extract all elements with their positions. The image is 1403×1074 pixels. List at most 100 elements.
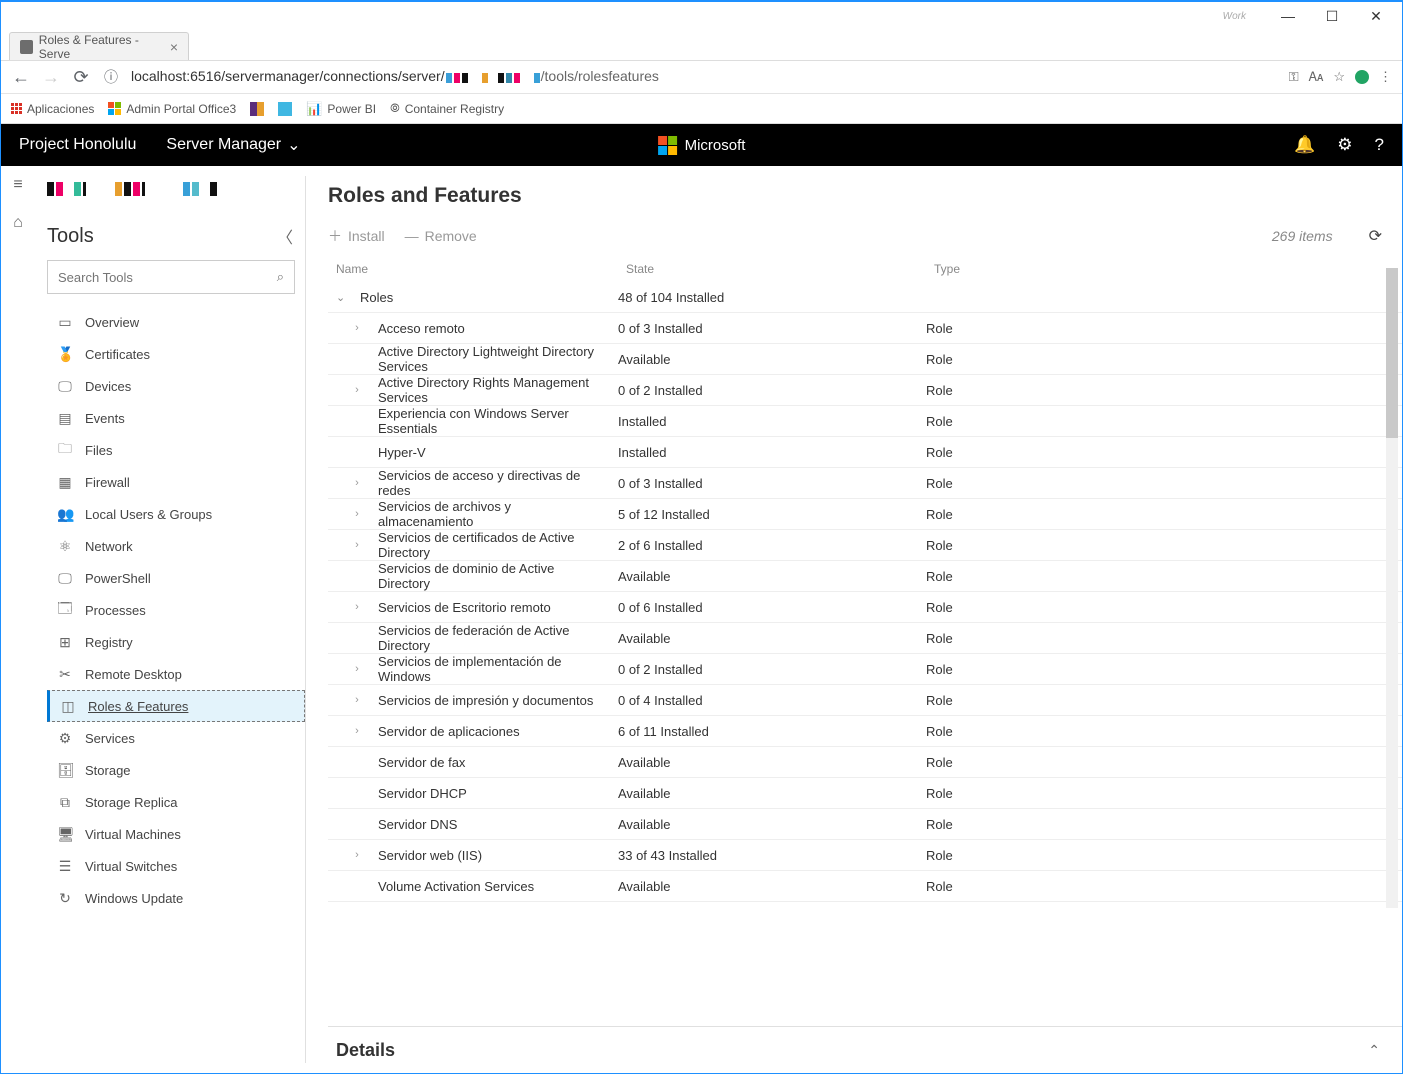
search-input[interactable]	[58, 270, 277, 285]
sidebar-item-roles-features[interactable]: ◫Roles & Features	[47, 690, 305, 722]
install-button[interactable]: ＋Install	[328, 226, 385, 246]
sidebar-item-remote-desktop[interactable]: ✂Remote Desktop	[47, 658, 305, 690]
sidebar-item-devices[interactable]: 🖵Devices	[47, 370, 305, 402]
row-state: Available	[618, 631, 926, 646]
tab-title: Roles & Features - Serve	[39, 33, 162, 61]
table-row[interactable]: Experiencia con Windows Server Essential…	[328, 406, 1402, 437]
tab-close-icon[interactable]: ×	[170, 39, 178, 55]
chevron-up-icon[interactable]: ⌃	[1368, 1042, 1380, 1059]
bookmark-powerbi[interactable]: 📊Power BI	[306, 101, 376, 117]
forward-icon[interactable]: →	[41, 67, 61, 87]
app-header: Project Honolulu Server Manager⌄ Microso…	[1, 124, 1402, 166]
tool-label: Firewall	[85, 475, 130, 490]
section-dropdown[interactable]: Server Manager⌄	[166, 135, 300, 155]
sidebar-item-registry[interactable]: ⊞Registry	[47, 626, 305, 658]
table-row[interactable]: ›Servicios de certificados de Active Dir…	[328, 530, 1402, 561]
window-minimize[interactable]: —	[1266, 2, 1310, 30]
table-row[interactable]: ›Active Directory Rights Management Serv…	[328, 375, 1402, 406]
url-field[interactable]: localhost:6516/servermanager/connections…	[131, 68, 1279, 85]
browser-tab[interactable]: Roles & Features - Serve ×	[9, 32, 189, 60]
browser-tabbar: Roles & Features - Serve ×	[1, 30, 1402, 60]
sidebar-item-storage-replica[interactable]: ⧉Storage Replica	[47, 786, 305, 818]
expand-icon[interactable]: ›	[336, 663, 378, 675]
sidebar-item-windows-update[interactable]: ↻Windows Update	[47, 882, 305, 914]
table-row[interactable]: Servidor DNSAvailableRole	[328, 809, 1402, 840]
chevron-down-icon[interactable]: ⌄	[336, 291, 360, 304]
table-row[interactable]: Servidor DHCPAvailableRole	[328, 778, 1402, 809]
table-row[interactable]: Servidor de faxAvailableRole	[328, 747, 1402, 778]
table-row[interactable]: ›Servicios de Escritorio remoto0 of 6 In…	[328, 592, 1402, 623]
tool-icon: 🗀	[57, 438, 73, 462]
table-row[interactable]: ›Acceso remoto0 of 3 InstalledRole	[328, 313, 1402, 344]
table-row[interactable]: ›Servidor de aplicaciones6 of 11 Install…	[328, 716, 1402, 747]
expand-icon[interactable]: ›	[336, 601, 378, 613]
table-row[interactable]: ›Servidor web (IIS)33 of 43 InstalledRol…	[328, 840, 1402, 871]
expand-icon[interactable]: ›	[336, 694, 378, 706]
scroll-thumb[interactable]	[1386, 268, 1398, 438]
sidebar-item-firewall[interactable]: ▦Firewall	[47, 466, 305, 498]
tool-icon: ⧉	[57, 794, 73, 811]
sidebar-item-powershell[interactable]: 🖵PowerShell	[47, 562, 305, 594]
sidebar-item-virtual-machines[interactable]: 🖥Virtual Machines	[47, 818, 305, 850]
help-icon[interactable]: ?	[1375, 135, 1384, 155]
info-icon[interactable]: ⓘ	[101, 67, 121, 87]
expand-icon[interactable]: ›	[336, 849, 378, 861]
key-icon[interactable]: ⚿	[1289, 69, 1299, 85]
reload-icon[interactable]: ⟳	[71, 67, 91, 87]
hamburger-icon[interactable]: ≡	[13, 176, 22, 194]
menu-icon[interactable]: ⋮	[1379, 69, 1392, 85]
expand-icon[interactable]: ›	[336, 539, 378, 551]
sidebar-item-processes[interactable]: 🗔Processes	[47, 594, 305, 626]
col-type[interactable]: Type	[934, 262, 1402, 276]
expand-icon[interactable]: ›	[336, 322, 378, 334]
bookmark-apps[interactable]: Aplicaciones	[11, 102, 94, 116]
refresh-icon[interactable]: ⟳	[1369, 226, 1382, 246]
expand-icon[interactable]: ›	[336, 508, 378, 520]
table-row[interactable]: ›Servicios de impresión y documentos0 of…	[328, 685, 1402, 716]
row-name: Servicios de federación de Active Direct…	[378, 623, 618, 653]
sidebar-item-network[interactable]: ⚛Network	[47, 530, 305, 562]
col-state[interactable]: State	[626, 262, 934, 276]
remove-button[interactable]: —Remove	[405, 228, 477, 244]
back-icon[interactable]: ←	[11, 67, 31, 87]
sidebar-item-events[interactable]: ▤Events	[47, 402, 305, 434]
search-tools[interactable]: ⌕	[47, 260, 295, 294]
window-maximize[interactable]: ☐	[1310, 2, 1354, 30]
collapse-icon[interactable]: 〈	[277, 224, 293, 248]
table-row[interactable]: Hyper-VInstalledRole	[328, 437, 1402, 468]
bookmark-container[interactable]: ⦾Container Registry	[390, 101, 504, 116]
table-row[interactable]: Servicios de federación de Active Direct…	[328, 623, 1402, 654]
table-row[interactable]: Volume Activation ServicesAvailableRole	[328, 871, 1402, 902]
bookmark-admin[interactable]: Admin Portal Office3	[108, 102, 236, 116]
bookmark-color1[interactable]	[250, 102, 264, 116]
sidebar-item-storage[interactable]: 🗄Storage	[47, 754, 305, 786]
sidebar-item-files[interactable]: 🗀Files	[47, 434, 305, 466]
table-row[interactable]: Active Directory Lightweight Directory S…	[328, 344, 1402, 375]
table-row[interactable]: Servicios de dominio de Active Directory…	[328, 561, 1402, 592]
translate-icon[interactable]: 🗛	[1309, 69, 1324, 85]
sidebar-item-virtual-switches[interactable]: ☰Virtual Switches	[47, 850, 305, 882]
gear-icon[interactable]: ⚙	[1337, 135, 1352, 155]
sidebar-item-services[interactable]: ⚙Services	[47, 722, 305, 754]
sidebar-item-overview[interactable]: ▭Overview	[47, 306, 305, 338]
col-name[interactable]: Name	[336, 262, 626, 276]
table-row[interactable]: ›Servicios de implementación de Windows0…	[328, 654, 1402, 685]
extension-icon[interactable]	[1355, 70, 1369, 84]
group-row[interactable]: ⌄ Roles 48 of 104 Installed	[328, 283, 1402, 313]
sidebar-item-local-users-groups[interactable]: 👥Local Users & Groups	[47, 498, 305, 530]
bookmark-color2[interactable]	[278, 102, 292, 116]
row-state: 0 of 3 Installed	[618, 321, 926, 336]
expand-icon[interactable]: ›	[336, 477, 378, 489]
bell-icon[interactable]: 🔔	[1294, 135, 1315, 155]
table-row[interactable]: ›Servicios de archivos y almacenamiento5…	[328, 499, 1402, 530]
details-panel[interactable]: Details ⌃	[328, 1027, 1402, 1073]
expand-icon[interactable]: ›	[336, 384, 378, 396]
table-row[interactable]: ›Servicios de acceso y directivas de red…	[328, 468, 1402, 499]
sidebar-item-certificates[interactable]: 🏅Certificates	[47, 338, 305, 370]
window-close[interactable]: ✕	[1354, 2, 1398, 30]
tool-icon: 🖥	[57, 826, 73, 843]
star-icon[interactable]: ☆	[1333, 69, 1345, 85]
home-icon[interactable]: ⌂	[13, 214, 23, 232]
vertical-scrollbar[interactable]	[1386, 268, 1398, 908]
expand-icon[interactable]: ›	[336, 725, 378, 737]
